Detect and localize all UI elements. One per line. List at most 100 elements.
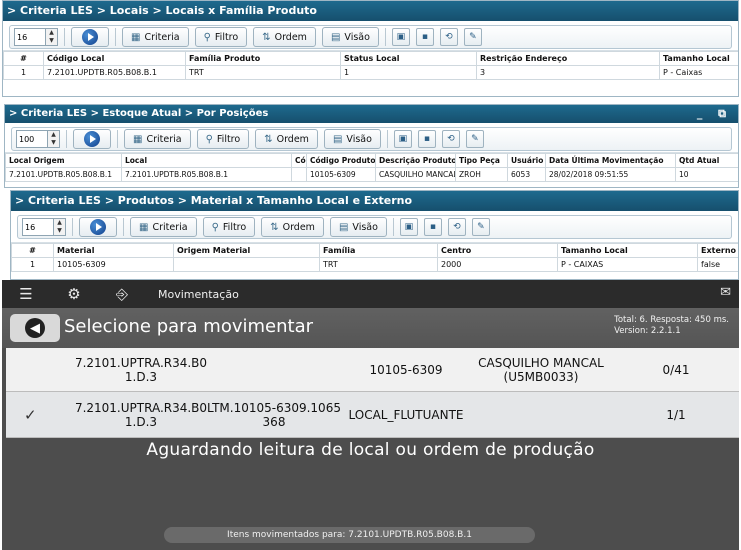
save-icon[interactable]: ▪: [417, 130, 436, 148]
product-cell: 10105-6309: [369, 363, 443, 377]
column-header[interactable]: #: [3, 51, 44, 66]
ordem-button[interactable]: ⇅ Ordem: [255, 129, 318, 149]
stepper-arrows-icon[interactable]: ▲ ▼: [53, 219, 65, 235]
column-header[interactable]: Local Origem: [5, 153, 122, 168]
column-header[interactable]: Tamanho Local: [659, 51, 738, 66]
list-item[interactable]: ✓ 7.2101.UPTRA.R34.B0 1.D.3 LTM.10105-63…: [6, 392, 739, 438]
table-row[interactable]: 1 7.2101.UPDTB.R05.B08.B.1 TRT 1 3 P - C…: [3, 65, 738, 80]
mail-icon[interactable]: ✉: [720, 285, 731, 300]
export-excel-icon[interactable]: ▣: [399, 218, 418, 236]
page-size-value: 16: [25, 222, 36, 232]
toolbar: 16 ▲ ▼ ▦ Criteria ⚲ Filtro ⇅ Ordem ▤ Visão ▣ ▪…: [11, 211, 738, 243]
criteria-button[interactable]: ▦ Criteria: [124, 129, 191, 149]
column-header[interactable]: Status Local: [340, 51, 477, 66]
gear-icon[interactable]: ⚙: [50, 280, 98, 308]
visao-button[interactable]: ▤ Visão: [323, 129, 381, 149]
column-header[interactable]: Restrição Endereço: [476, 51, 660, 66]
table-cell: 10: [675, 167, 738, 182]
back-arrow-icon: ◀: [25, 318, 45, 338]
refresh-icon[interactable]: ⟲: [439, 28, 458, 46]
save-icon[interactable]: ▪: [423, 218, 442, 236]
column-header[interactable]: Có: [291, 153, 307, 168]
table-header-row: Local Origem Local Có Código Produto Des…: [5, 153, 738, 168]
status-message: Aguardando leitura de local ou ordem de …: [146, 440, 595, 460]
app-bar: ☰ ⚙ ⎆ Movimentação ✉: [2, 280, 739, 308]
table-cell: false: [697, 257, 738, 272]
list-item[interactable]: 7.2101.UPTRA.R34.B0 1.D.3 10105-6309 CAS…: [6, 348, 739, 392]
run-query-button[interactable]: [73, 129, 111, 149]
settings-icon[interactable]: ✎: [465, 130, 484, 148]
column-header[interactable]: Código Produto: [306, 153, 376, 168]
column-header[interactable]: Data Última Movimentação: [545, 153, 676, 168]
column-header[interactable]: Origem Material: [173, 243, 320, 258]
criteria-icon: ▦: [133, 133, 143, 145]
panel-material-tamanho: > Criteria LES > Produtos > Material x T…: [10, 190, 739, 280]
save-icon[interactable]: ▪: [415, 28, 434, 46]
column-header[interactable]: Local: [121, 153, 292, 168]
toolbar: 100 ▲ ▼ ▦ Criteria ⚲ Filtro ⇅ Ordem ▤ Visão ▣ …: [5, 123, 738, 153]
run-query-button[interactable]: [79, 217, 117, 237]
view-icon: ▤: [332, 133, 343, 145]
column-header[interactable]: Centro: [437, 243, 558, 258]
column-header[interactable]: Externo: [697, 243, 738, 258]
ordem-button[interactable]: ⇅ Ordem: [261, 217, 324, 237]
view-icon: ▤: [330, 31, 341, 43]
table-row[interactable]: 1 10105-6309 TRT 2000 P - CAIXAS false: [11, 257, 738, 272]
column-header[interactable]: Material: [53, 243, 174, 258]
column-header[interactable]: Usuário: [507, 153, 546, 168]
page-title: Selecione para movimentar: [64, 316, 314, 337]
filtro-button[interactable]: ⚲ Filtro: [194, 27, 248, 47]
stepper-arrows-icon[interactable]: ▲ ▼: [45, 29, 57, 45]
toolbar-divider: [72, 218, 73, 236]
panel-estoque-posicoes: > Criteria LES > Estoque Atual > Por Pos…: [4, 104, 739, 188]
refresh-icon[interactable]: ⟲: [447, 218, 466, 236]
column-header[interactable]: Descrição Produto: [375, 153, 456, 168]
column-header[interactable]: Tamanho Local: [557, 243, 698, 258]
filter-icon: ⚲: [205, 133, 213, 145]
table-cell: 10105-6309: [53, 257, 174, 272]
settings-icon[interactable]: ✎: [471, 218, 490, 236]
table-header-row: # Código Local Família Produto Status Lo…: [3, 51, 738, 66]
page-size-stepper[interactable]: 16 ▲ ▼: [14, 28, 58, 46]
column-header[interactable]: Código Local: [43, 51, 186, 66]
play-icon: [90, 219, 106, 235]
column-header[interactable]: Tipo Peça: [455, 153, 508, 168]
export-excel-icon[interactable]: ▣: [393, 130, 412, 148]
criteria-button[interactable]: ▦ Criteria: [122, 27, 189, 47]
page-size-stepper[interactable]: 100 ▲ ▼: [16, 130, 60, 148]
criteria-button[interactable]: ▦ Criteria: [130, 217, 197, 237]
run-query-button[interactable]: [71, 27, 109, 47]
column-header[interactable]: Família: [319, 243, 438, 258]
refresh-icon[interactable]: ⟲: [441, 130, 460, 148]
login-icon[interactable]: ⎆: [98, 280, 146, 308]
double-check-icon: ✓: [24, 406, 37, 424]
stepper-arrows-icon[interactable]: ▲ ▼: [47, 131, 59, 147]
filtro-button[interactable]: ⚲ Filtro: [202, 217, 256, 237]
column-header[interactable]: Qtd Atual: [675, 153, 738, 168]
filter-icon: ⚲: [211, 221, 219, 233]
export-excel-icon[interactable]: ▣: [391, 28, 410, 46]
back-button[interactable]: ◀: [10, 314, 60, 342]
toolbar-divider: [386, 130, 388, 148]
menu-icon[interactable]: ☰: [2, 280, 50, 308]
page-size-stepper[interactable]: 16 ▲ ▼: [22, 218, 66, 236]
toolbar-divider: [123, 218, 124, 236]
table-cell: 2000: [437, 257, 558, 272]
visao-button[interactable]: ▤ Visão: [329, 217, 387, 237]
table-row[interactable]: 7.2101.UPDTB.R05.B08.B.1 7.2101.UPDTB.R0…: [5, 167, 738, 182]
window-controls-icon[interactable]: _ ⧉: [697, 105, 732, 123]
panel-locais-familia: > Criteria LES > Locais > Locais x Famíl…: [2, 0, 739, 97]
table-cell: 7.2101.UPDTB.R05.B08.B.1: [5, 167, 122, 182]
visao-button[interactable]: ▤ Visão: [321, 27, 379, 47]
ordem-button[interactable]: ⇅ Ordem: [253, 27, 316, 47]
settings-icon[interactable]: ✎: [463, 28, 482, 46]
table-cell: CASQUILHO MANCAL: [375, 167, 456, 182]
table-cell: 1: [340, 65, 477, 80]
filtro-button[interactable]: ⚲ Filtro: [196, 129, 250, 149]
column-header[interactable]: Família Produto: [185, 51, 341, 66]
toolbar: 16 ▲ ▼ ▦ Criteria ⚲ Filtro ⇅ Ordem ▤ Visão ▣ ▪…: [3, 21, 738, 51]
table-cell: 10105-6309: [306, 167, 376, 182]
data-table: # Código Local Família Produto Status Lo…: [3, 51, 738, 80]
local-cell: 7.2101.UPTRA.R34.B0 1.D.3: [74, 356, 208, 384]
column-header[interactable]: #: [11, 243, 54, 258]
